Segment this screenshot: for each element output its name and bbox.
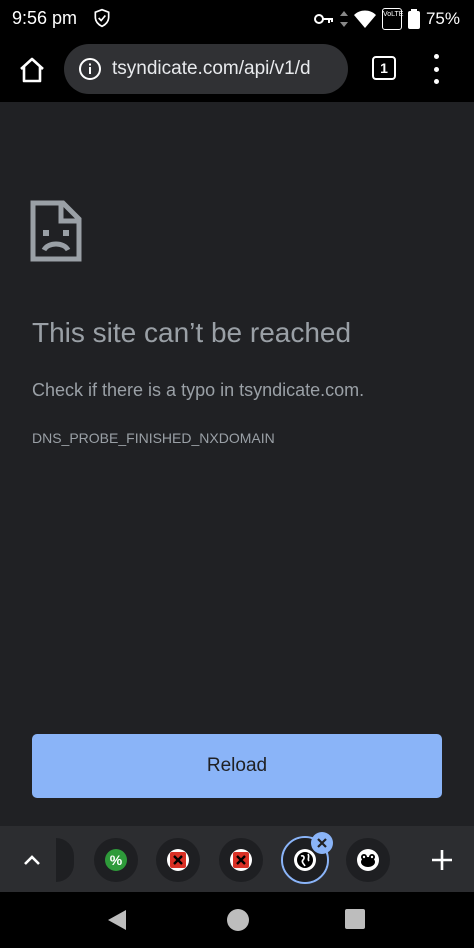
globe-favicon [294,849,316,871]
percent-favicon: % [105,849,127,871]
omnibox[interactable]: tsyndicate.com/api/v1/d [64,44,348,94]
error-title: This site can’t be reached [32,317,352,348]
close-icon [317,838,327,848]
menu-dot [433,79,439,84]
red-x-icon [233,852,249,868]
battery-percent: 75% [425,9,460,28]
home-button[interactable] [14,52,50,88]
red-x-favicon [167,849,189,871]
system-nav-bar [0,892,474,948]
red-x-icon [170,852,186,868]
vpn-shield-icon [94,8,110,28]
tab-strip: % [0,826,474,892]
sad-page-icon [30,200,82,262]
tab-item[interactable] [156,838,200,882]
battery-icon [407,9,420,29]
home-icon [20,57,44,83]
globe-icon [297,852,313,868]
volte-label: VoLTE [382,11,404,18]
recents-icon[interactable] [345,909,365,929]
reload-button[interactable]: Reload [32,734,442,798]
close-tab-button[interactable] [311,832,333,854]
data-arrows-icon [339,11,348,27]
tab-partial[interactable] [56,838,74,882]
error-code: DNS_PROBE_FINISHED_NXDOMAIN [32,430,275,446]
back-icon[interactable] [106,908,128,932]
overflow-menu-icon[interactable] [424,54,448,84]
tab-item[interactable]: % [94,838,138,882]
vpn-key-icon [313,14,333,24]
red-x-favicon [230,849,252,871]
volte-icon: VoLTE [381,8,404,30]
browser-toolbar: tsyndicate.com/api/v1/d 1 [0,38,474,102]
tab-item[interactable] [346,838,390,882]
wifi-icon [353,10,376,28]
chevron-up-icon[interactable] [20,848,44,872]
menu-dot [433,54,439,59]
error-description: Check if there is a typo in tsyndicate.c… [32,380,365,400]
frog-favicon [357,849,379,871]
plus-icon[interactable] [428,846,456,874]
tab-item[interactable] [219,838,263,882]
status-time: 9:56 pm [12,8,78,28]
url-text[interactable]: tsyndicate.com/api/v1/d [112,58,311,80]
home-circle-icon[interactable] [227,909,249,931]
frog-icon [361,854,375,867]
status-bar: 9:56 pm VoLTE 75% [0,0,474,38]
tab-switcher-icon[interactable]: 1 [372,56,396,80]
info-icon[interactable] [78,57,102,81]
menu-dot [433,66,439,72]
